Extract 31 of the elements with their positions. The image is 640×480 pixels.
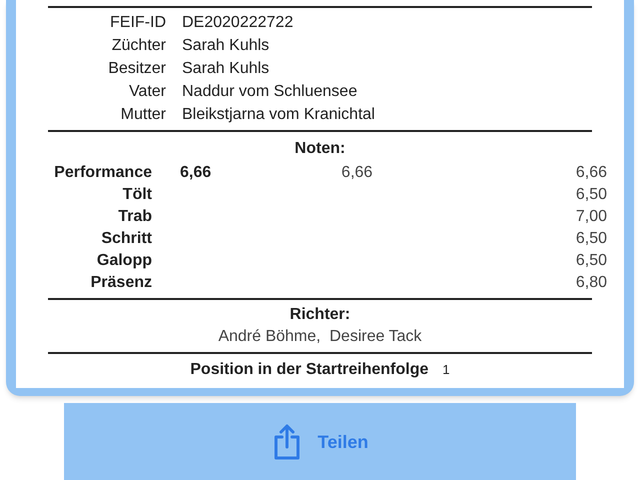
field-label: FEIF-ID <box>109 12 166 32</box>
score-value: 6,80 <box>574 273 607 293</box>
score-value: 6,66 <box>340 163 374 183</box>
score-value: 6,66 <box>574 163 607 183</box>
score-value: 6,66 <box>179 163 212 183</box>
field-label: Vater <box>128 82 166 102</box>
score-value: 6,50 <box>574 251 607 271</box>
score-label: Trab <box>117 207 152 227</box>
position-label: Position in der Startreihenfolge <box>190 360 428 380</box>
field-label: Besitzer <box>107 58 166 78</box>
field-value: Bleikstjarna vom Kranichtal <box>182 104 375 124</box>
field-value: Naddur vom Schluensee <box>182 82 358 102</box>
field-value: Sarah Kuhls <box>182 58 270 78</box>
position-value: 1 <box>442 361 450 379</box>
share-button[interactable]: Teilen <box>64 403 576 480</box>
field-value: Sarah Kuhls <box>182 36 270 56</box>
score-value: 6,50 <box>574 185 607 205</box>
score-label: Performance <box>53 163 152 183</box>
score-label: Galopp <box>96 251 152 271</box>
score-value: 7,00 <box>574 207 607 227</box>
judge-names: André Böhme, Desiree Tack <box>218 327 422 347</box>
score-label: Tölt <box>122 185 152 205</box>
field-label: Mutter <box>120 104 166 124</box>
section-title: Richter: <box>290 305 350 325</box>
field-value: DE2020222722 <box>182 12 294 32</box>
share-icon <box>272 423 302 461</box>
score-value: 6,50 <box>574 229 607 249</box>
score-label: Präsenz <box>90 273 152 293</box>
section-title: Noten: <box>294 139 346 159</box>
score-label: Schritt <box>100 229 152 249</box>
field-label: Züchter <box>110 36 166 56</box>
